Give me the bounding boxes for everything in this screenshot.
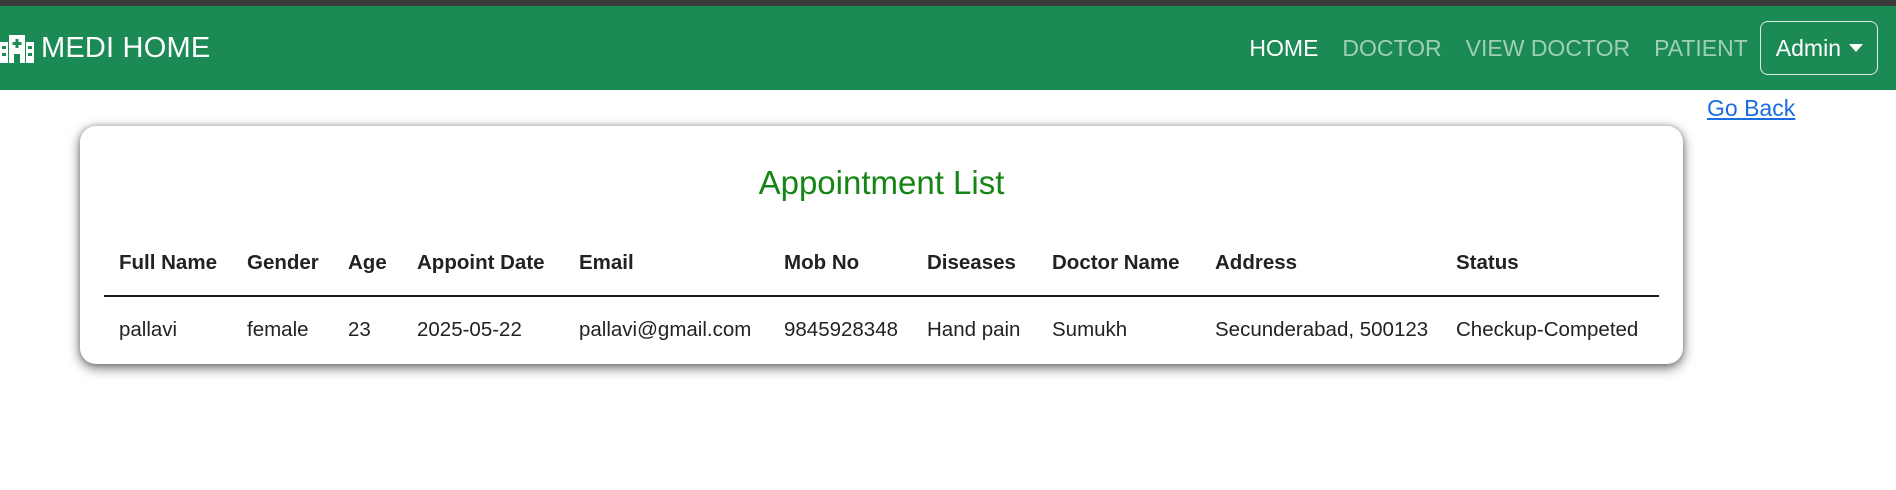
nav-links: HOME DOCTOR VIEW DOCTOR PATIENT Admin xyxy=(1225,6,1878,90)
appointment-table: Full Name Gender Age Appoint Date Email … xyxy=(104,230,1659,362)
header-gender: Gender xyxy=(232,230,333,297)
header-diseases: Diseases xyxy=(912,230,1037,297)
nav-patient[interactable]: PATIENT xyxy=(1654,35,1748,62)
header-status: Status xyxy=(1441,230,1659,297)
table-row: pallavi female 23 2025-05-22 pallavi@gma… xyxy=(104,296,1659,362)
cell-email: pallavi@gmail.com xyxy=(579,317,752,341)
nav-home[interactable]: HOME xyxy=(1249,35,1318,62)
header-doctor-name: Doctor Name xyxy=(1037,230,1200,297)
header-address: Address xyxy=(1200,230,1441,297)
cell-appoint-date: 2025-05-22 xyxy=(417,317,522,341)
caret-down-icon xyxy=(1849,44,1863,52)
header-age: Age xyxy=(333,230,402,297)
go-back-link[interactable]: Go Back xyxy=(1707,95,1795,122)
cell-doctor-name: Sumukh xyxy=(1052,317,1128,341)
cell-address: Secunderabad, 500123 xyxy=(1215,317,1429,341)
hospital-icon xyxy=(0,33,34,63)
header-appoint-date: Appoint Date xyxy=(402,230,564,297)
cell-diseases: Hand pain xyxy=(927,317,1021,341)
header-email: Email xyxy=(564,230,769,297)
cell-age: 23 xyxy=(348,317,371,341)
page-title: Appointment List xyxy=(758,164,1005,201)
cell-status: Checkup-Competed xyxy=(1456,317,1639,341)
header-full-name: Full Name xyxy=(104,230,232,297)
brand-name: MEDI HOME xyxy=(41,31,211,64)
nav-view-doctor[interactable]: VIEW DOCTOR xyxy=(1466,35,1630,62)
admin-dropdown-button[interactable]: Admin xyxy=(1759,21,1878,75)
cell-full-name: pallavi xyxy=(119,317,178,341)
appointment-card: Appointment List Full Name Gender Age Ap… xyxy=(80,126,1683,364)
navbar: MEDI HOME HOME DOCTOR VIEW DOCTOR PATIEN… xyxy=(0,6,1896,90)
brand-link[interactable]: MEDI HOME xyxy=(0,6,210,90)
header-mob-no: Mob No xyxy=(769,230,912,297)
cell-mob-no: 9845928348 xyxy=(784,317,899,341)
admin-label: Admin xyxy=(1775,34,1841,61)
table-header-row: Full Name Gender Age Appoint Date Email … xyxy=(104,230,1659,297)
nav-doctor[interactable]: DOCTOR xyxy=(1342,35,1441,62)
cell-gender: female xyxy=(247,317,309,341)
